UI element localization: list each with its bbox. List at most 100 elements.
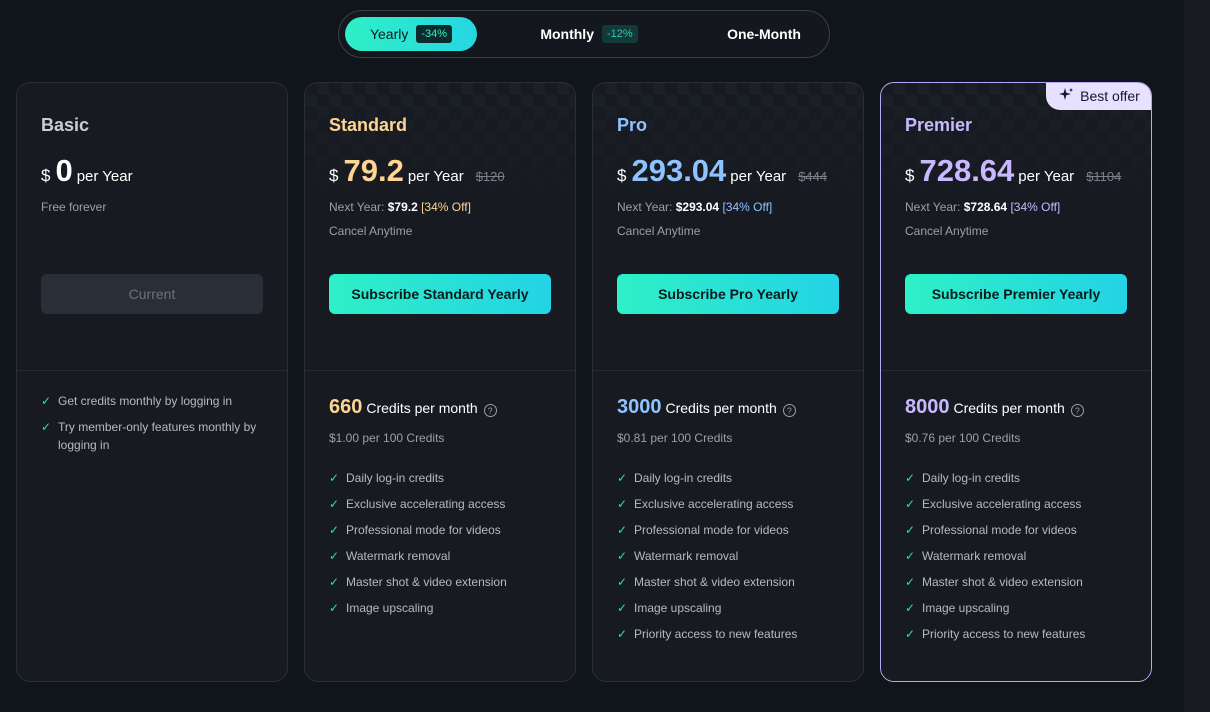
feature-list: ✓ Daily log-in credits ✓ Exclusive acceler… xyxy=(905,469,1135,651)
feature-item: ✓ Exclusive accelerating access xyxy=(617,497,794,511)
price-row: $ 728.64 per Year $1104 xyxy=(905,153,1121,189)
sparkle-icon xyxy=(1058,87,1074,106)
monthly-discount-badge: -12% xyxy=(601,25,638,43)
plan-name: Premier xyxy=(905,115,973,135)
feature-item: ✓ Master shot & video extension xyxy=(329,575,507,589)
price-row: $ 0 per Year xyxy=(41,153,133,189)
check-icon: ✓ xyxy=(329,523,340,537)
check-icon: ✓ xyxy=(905,627,916,641)
price-amount: 0 xyxy=(55,153,73,188)
credit-rate: $0.76 per 100 Credits xyxy=(905,431,1021,445)
subscribe-standard-button[interactable]: Subscribe Standard Yearly xyxy=(329,274,551,314)
original-price: $1104 xyxy=(1086,169,1122,184)
yearly-discount-badge: -34% xyxy=(416,25,453,43)
feature-item: ✓ Watermark removal xyxy=(617,549,739,563)
credits-amount: 660 xyxy=(329,396,363,418)
check-icon: ✓ xyxy=(617,575,628,589)
check-icon: ✓ xyxy=(617,627,628,641)
check-icon: ✓ xyxy=(617,497,628,511)
help-icon[interactable]: ? xyxy=(483,404,497,417)
badge-label: Best offer xyxy=(1080,88,1140,104)
feature-item: ✓ Try member-only features monthly by log… xyxy=(41,420,257,452)
check-icon: ✓ xyxy=(329,497,340,511)
feature-item: ✓ Professional mode for videos xyxy=(329,523,501,537)
plan-card-basic: Basic $ 0 per Year Free forever Current … xyxy=(16,82,288,682)
check-icon: ✓ xyxy=(41,394,52,408)
price-amount: 293.04 xyxy=(631,153,727,188)
next-year-price: Next Year: $79.2 [34% Off] xyxy=(329,200,471,214)
plan-card-standard: Standard $ 79.2 per Year $120 Next Year:… xyxy=(304,82,576,682)
currency-symbol: $ xyxy=(905,166,915,185)
divider xyxy=(305,370,575,371)
feature-item: ✓ Master shot & video extension xyxy=(617,575,795,589)
plan-card-premier: Best offer Premier $ 728.64 per Year $11… xyxy=(880,82,1152,682)
price-period: per Year xyxy=(407,168,464,185)
check-icon: ✓ xyxy=(905,523,916,537)
divider xyxy=(593,370,863,371)
original-price: $120 xyxy=(475,169,505,184)
check-icon: ✓ xyxy=(41,420,52,434)
divider xyxy=(881,370,1151,371)
feature-item: ✓ Priority access to new features xyxy=(905,627,1086,641)
price-period: per Year xyxy=(76,168,133,185)
original-price: $444 xyxy=(798,169,828,184)
currency-symbol: $ xyxy=(617,166,627,185)
feature-item: ✓ Image upscaling xyxy=(617,601,722,615)
feature-item: ✓ Daily log-in credits xyxy=(329,471,445,485)
credit-rate: $1.00 per 100 Credits xyxy=(329,431,445,445)
currency-symbol: $ xyxy=(329,166,339,185)
feature-item: ✓ Priority access to new features xyxy=(617,627,798,641)
check-icon: ✓ xyxy=(329,471,340,485)
feature-list: ✓ Get credits monthly by logging in ✓ Try … xyxy=(41,392,271,462)
credits-amount: 3000 xyxy=(617,396,662,418)
feature-list: ✓ Daily log-in credits ✓ Exclusive acceler… xyxy=(617,469,847,651)
credits-unit: Credits per month xyxy=(665,400,777,416)
help-icon[interactable]: ? xyxy=(782,404,796,417)
feature-item: ✓ Watermark removal xyxy=(329,549,451,563)
check-icon: ✓ xyxy=(329,575,340,589)
plan-note: Free forever xyxy=(41,200,107,214)
subscribe-pro-button[interactable]: Subscribe Pro Yearly xyxy=(617,274,839,314)
feature-item: ✓ Master shot & video extension xyxy=(905,575,1083,589)
credits-row: 660 Credits per month ? xyxy=(329,396,497,419)
monthly-label: Monthly xyxy=(540,26,594,42)
best-offer-badge: Best offer xyxy=(1046,83,1151,110)
check-icon: ✓ xyxy=(617,523,628,537)
feature-item: ✓ Image upscaling xyxy=(905,601,1010,615)
help-icon[interactable]: ? xyxy=(1070,404,1084,417)
feature-item: ✓ Exclusive accelerating access xyxy=(329,497,506,511)
feature-item: ✓ Image upscaling xyxy=(329,601,434,615)
scrollbar-track[interactable] xyxy=(1184,0,1210,712)
price-period: per Year xyxy=(1018,168,1075,185)
check-icon: ✓ xyxy=(329,601,340,615)
cancel-note: Cancel Anytime xyxy=(905,224,989,238)
currency-symbol: $ xyxy=(41,166,51,185)
feature-item: ✓ Professional mode for videos xyxy=(617,523,789,537)
check-icon: ✓ xyxy=(905,601,916,615)
price-amount: 79.2 xyxy=(343,153,404,188)
price-period: per Year xyxy=(730,168,787,185)
feature-item: ✓ Professional mode for videos xyxy=(905,523,1077,537)
credits-row: 8000 Credits per month ? xyxy=(905,396,1084,419)
cancel-note: Cancel Anytime xyxy=(329,224,413,238)
credits-unit: Credits per month xyxy=(366,400,478,416)
check-icon: ✓ xyxy=(617,471,628,485)
subscribe-premier-button[interactable]: Subscribe Premier Yearly xyxy=(905,274,1127,314)
cancel-note: Cancel Anytime xyxy=(617,224,701,238)
feature-item: ✓ Watermark removal xyxy=(905,549,1027,563)
plan-card-pro: Pro $ 293.04 per Year $444 Next Year: $2… xyxy=(592,82,864,682)
next-year-price: Next Year: $293.04 [34% Off] xyxy=(617,200,773,214)
feature-item: ✓ Daily log-in credits xyxy=(905,471,1021,485)
next-year-price: Next Year: $728.64 [34% Off] xyxy=(905,200,1061,214)
current-plan-button[interactable]: Current xyxy=(41,274,263,314)
feature-list: ✓ Daily log-in credits ✓ Exclusive acceler… xyxy=(329,469,559,625)
check-icon: ✓ xyxy=(905,497,916,511)
one-month-option[interactable]: One-Month xyxy=(699,17,829,51)
divider xyxy=(17,370,287,371)
monthly-option[interactable]: Monthly -12% xyxy=(519,17,659,51)
check-icon: ✓ xyxy=(905,549,916,563)
yearly-option[interactable]: Yearly -34% xyxy=(345,17,477,51)
plan-name: Pro xyxy=(617,115,648,135)
feature-item: ✓ Exclusive accelerating access xyxy=(905,497,1082,511)
price-row: $ 293.04 per Year $444 xyxy=(617,153,827,189)
